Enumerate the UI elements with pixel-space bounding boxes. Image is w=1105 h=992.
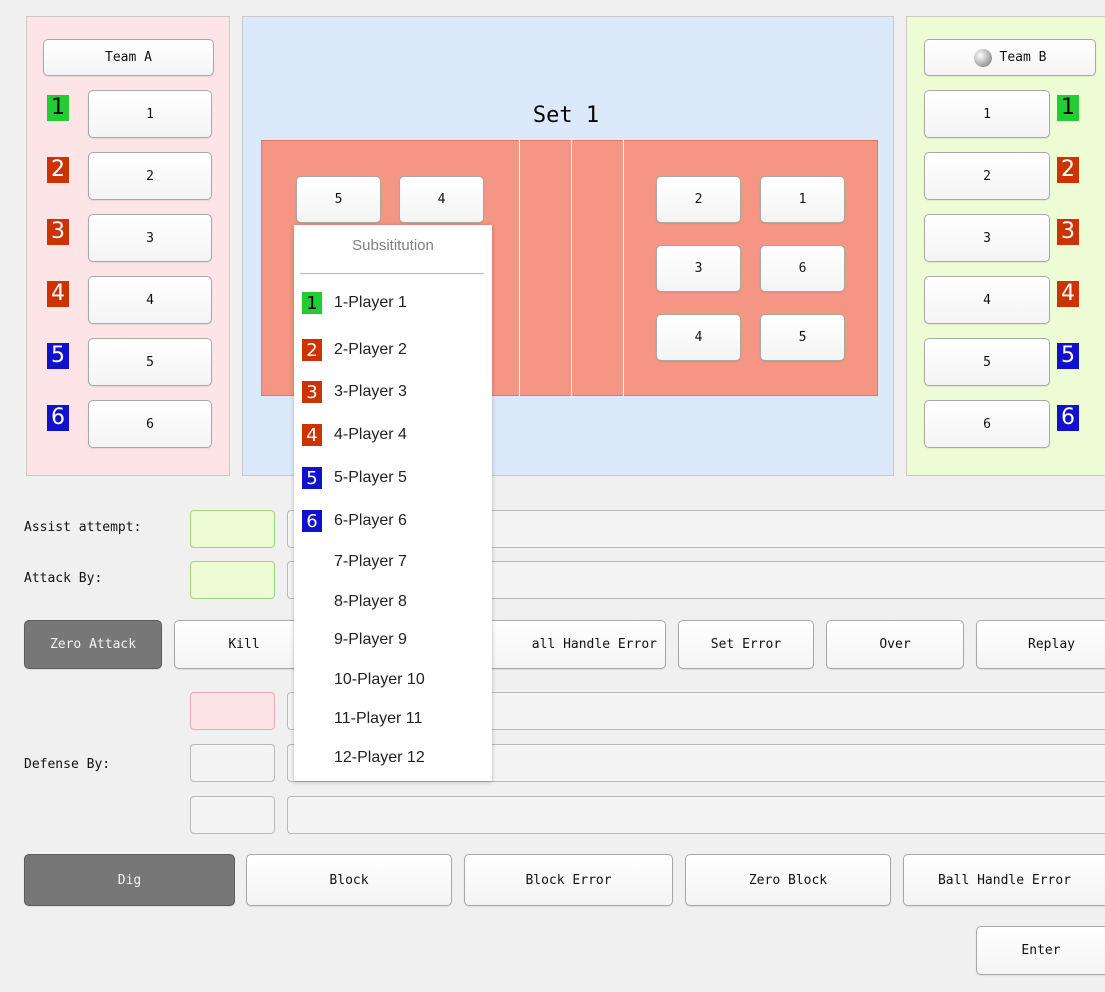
team-a-player-2-button[interactable]: 2 — [88, 152, 212, 200]
defense-number-field-2[interactable] — [190, 744, 275, 782]
popup-badge-1: 1 — [302, 292, 322, 314]
court-right-position-2[interactable]: 2 — [656, 176, 741, 223]
team-b-name-button[interactable]: Team B — [924, 39, 1096, 76]
popup-badge-empty — [302, 669, 322, 691]
defense-number-field-1[interactable] — [190, 692, 275, 730]
court-right-position-4[interactable]: 4 — [656, 314, 741, 361]
popup-item-label: 12-Player 12 — [334, 749, 425, 766]
popup-item-1[interactable]: 1 1-Player 1 — [302, 288, 407, 318]
set-error-button[interactable]: Set Error — [678, 620, 814, 669]
popup-item-7[interactable]: 7-Player 7 — [302, 547, 407, 577]
popup-badge-6: 6 — [302, 510, 322, 532]
popup-item-4[interactable]: 4 4-Player 4 — [302, 420, 407, 450]
team-b-player-1-button[interactable]: 1 — [924, 90, 1050, 138]
popup-item-3[interactable]: 3 3-Player 3 — [302, 377, 407, 407]
popup-item-label: 5-Player 5 — [334, 469, 407, 486]
dig-button[interactable]: Dig — [24, 854, 235, 906]
popup-item-label: 8-Player 8 — [334, 593, 407, 610]
team-b-player-3-button[interactable]: 3 — [924, 214, 1050, 262]
popup-title: Subsititution — [352, 237, 434, 254]
team-b-badge-4: 4 — [1057, 281, 1079, 307]
block-button[interactable]: Block — [246, 854, 452, 906]
popup-item-label: 11-Player 11 — [334, 710, 423, 727]
defense-name-field-3[interactable] — [287, 796, 1105, 834]
defense-by-label: Defense By: — [24, 757, 111, 772]
popup-badge-empty — [302, 747, 322, 769]
assist-number-field[interactable] — [190, 510, 275, 548]
team-a-name-button[interactable]: Team A — [43, 39, 214, 76]
popup-badge-4: 4 — [302, 424, 322, 446]
team-b-badge-6: 6 — [1057, 405, 1079, 431]
team-b-badge-5: 5 — [1057, 343, 1079, 369]
ball-icon — [973, 48, 992, 67]
popup-badge-3: 3 — [302, 381, 322, 403]
court-line-left — [519, 140, 520, 396]
popup-item-6[interactable]: 6 6-Player 6 — [302, 506, 407, 536]
defense-ball-handle-error-button[interactable]: Ball Handle Error — [903, 854, 1105, 906]
attack-by-label: Attack By: — [24, 571, 103, 586]
team-b-badge-1: 1 — [1057, 95, 1079, 121]
popup-item-11[interactable]: 11-Player 11 — [302, 704, 422, 734]
team-b-player-6-button[interactable]: 6 — [924, 400, 1050, 448]
popup-item-label: 2-Player 2 — [334, 341, 407, 358]
team-a-badge-2: 2 — [47, 157, 69, 183]
team-a-player-3-button[interactable]: 3 — [88, 214, 212, 262]
popup-item-label: 1-Player 1 — [334, 294, 407, 311]
popup-item-label: 7-Player 7 — [334, 553, 407, 570]
team-a-badge-5: 5 — [47, 343, 69, 369]
popup-item-2[interactable]: 2 2-Player 2 — [302, 335, 407, 365]
zero-block-button[interactable]: Zero Block — [685, 854, 891, 906]
zero-attack-button[interactable]: Zero Attack — [24, 620, 162, 669]
block-error-button[interactable]: Block Error — [464, 854, 673, 906]
court-line-right — [623, 140, 624, 396]
popup-badge-empty — [302, 629, 322, 651]
popup-badge-empty — [302, 551, 322, 573]
team-a-player-1-button[interactable]: 1 — [88, 90, 212, 138]
team-b-name: Team B — [999, 50, 1047, 65]
court-right-position-6[interactable]: 6 — [760, 245, 845, 292]
team-a-badge-3: 3 — [47, 219, 69, 245]
popup-item-8[interactable]: 8-Player 8 — [302, 587, 407, 617]
popup-item-label: 4-Player 4 — [334, 426, 407, 443]
popup-badge-5: 5 — [302, 467, 322, 489]
defense-number-field-3[interactable] — [190, 796, 275, 834]
substitution-popup: Subsititution 1 1-Player 1 2 2-Player 2 … — [294, 225, 492, 781]
team-a-player-5-button[interactable]: 5 — [88, 338, 212, 386]
popup-item-label: 3-Player 3 — [334, 383, 407, 400]
popup-item-label: 6-Player 6 — [334, 512, 407, 529]
assist-attempt-label: Assist attempt: — [24, 520, 142, 535]
team-b-badge-2: 2 — [1057, 157, 1079, 183]
team-b-player-4-button[interactable]: 4 — [924, 276, 1050, 324]
team-a-badge-6: 6 — [47, 405, 69, 431]
court-left-position-5[interactable]: 5 — [296, 176, 381, 223]
team-a-badge-4: 4 — [47, 281, 69, 307]
popup-separator — [300, 273, 484, 274]
popup-item-label: 10-Player 10 — [334, 671, 425, 688]
enter-button[interactable]: Enter — [976, 926, 1105, 975]
court-left-position-4[interactable]: 4 — [399, 176, 484, 223]
team-a-badge-1: 1 — [47, 95, 69, 121]
court-right-position-5[interactable]: 5 — [760, 314, 845, 361]
popup-item-10[interactable]: 10-Player 10 — [302, 665, 425, 695]
popup-badge-2: 2 — [302, 339, 322, 361]
kill-button[interactable]: Kill — [174, 620, 314, 669]
court-right-position-3[interactable]: 3 — [656, 245, 741, 292]
set-title: Set 1 — [532, 103, 600, 128]
popup-item-9[interactable]: 9-Player 9 — [302, 625, 407, 655]
popup-badge-empty — [302, 708, 322, 730]
court-net-left — [571, 140, 572, 396]
team-b-badge-3: 3 — [1057, 219, 1079, 245]
team-b-player-2-button[interactable]: 2 — [924, 152, 1050, 200]
team-a-player-6-button[interactable]: 6 — [88, 400, 212, 448]
popup-item-5[interactable]: 5 5-Player 5 — [302, 463, 407, 493]
replay-button[interactable]: Replay — [976, 620, 1105, 669]
team-a-player-4-button[interactable]: 4 — [88, 276, 212, 324]
popup-item-12[interactable]: 12-Player 12 — [302, 743, 425, 773]
team-b-player-5-button[interactable]: 5 — [924, 338, 1050, 386]
over-button[interactable]: Over — [826, 620, 964, 669]
popup-badge-empty — [302, 591, 322, 613]
attack-number-field[interactable] — [190, 561, 275, 599]
popup-item-label: 9-Player 9 — [334, 631, 407, 648]
court-right-position-1[interactable]: 1 — [760, 176, 845, 223]
